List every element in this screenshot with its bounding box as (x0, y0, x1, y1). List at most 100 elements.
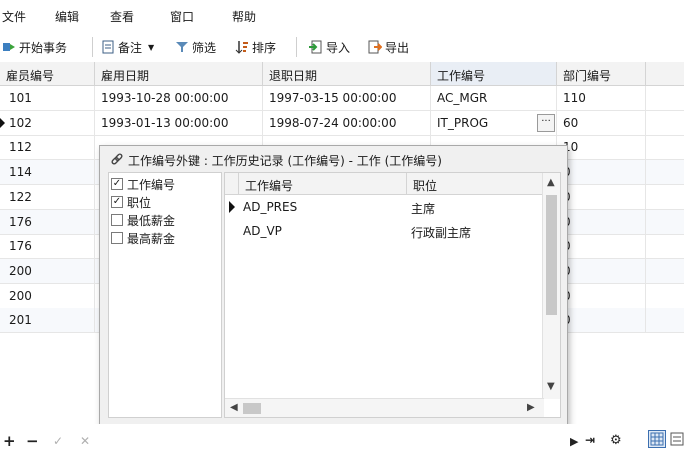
menu-help[interactable]: 帮助 (232, 8, 256, 25)
checkbox-unchecked[interactable] (111, 232, 123, 244)
menu-bar: 文件 编辑 查看 窗口 帮助 (0, 0, 684, 30)
lookup-cell-job-id[interactable]: AD_PRES (239, 195, 407, 219)
lookup-row[interactable]: AD_VP 行政副主席 (225, 219, 543, 243)
memo-button[interactable]: 备注 ▼ (101, 38, 154, 56)
memo-dropdown-icon[interactable]: ▼ (148, 43, 154, 52)
cell-department-id[interactable]: 0 (557, 283, 646, 309)
lookup-header-job-id[interactable]: 工作编号 (239, 173, 407, 195)
transaction-icon (2, 40, 16, 54)
cell-department-id[interactable]: 0 (557, 258, 646, 284)
column-header-leave-date[interactable]: 退职日期 (263, 62, 431, 86)
apply-changes-icon[interactable]: ✓ (53, 434, 63, 448)
form-view-icon[interactable] (670, 431, 684, 447)
grid-view-icon[interactable] (648, 430, 666, 448)
add-record-icon[interactable]: + (3, 432, 16, 450)
cell-department-id[interactable]: 0 (557, 234, 646, 260)
cell-employee-id[interactable]: 200 (0, 283, 95, 309)
horizontal-scrollbar[interactable]: ◀ ▶ (225, 398, 544, 417)
column-option-label: 职位 (127, 195, 152, 210)
checkbox-checked[interactable]: ✓ (111, 178, 123, 190)
column-header-job-id[interactable]: 工作编号 (431, 62, 557, 86)
next-page-icon[interactable]: ▶ (570, 435, 578, 448)
scroll-up-icon[interactable]: ▲ (547, 177, 555, 188)
cell-employee-id[interactable]: 201 (0, 308, 95, 334)
lookup-ellipsis-button[interactable]: ··· (537, 113, 555, 132)
lookup-cell-job-id[interactable]: AD_VP (239, 219, 407, 243)
table-row[interactable]: 101 1993-10-28 00:00:00 1997-03-15 00:00:0… (0, 86, 684, 111)
import-button[interactable]: 导入 (309, 38, 350, 56)
discard-changes-icon[interactable]: ✕ (80, 434, 90, 448)
cell-employee-id[interactable]: 122 (0, 184, 95, 210)
memo-label: 备注 (118, 40, 143, 55)
sort-icon (235, 40, 249, 54)
lookup-row-header (225, 173, 239, 195)
cell-department-id[interactable]: 110 (557, 86, 646, 111)
cell-department-id[interactable]: 60 (557, 110, 646, 136)
cell-employee-id[interactable]: 176 (0, 234, 95, 260)
begin-transaction-label: 开始事务 (19, 40, 68, 55)
lookup-header-title[interactable]: 职位 (407, 173, 544, 195)
settings-gear-icon[interactable]: ⚙ (610, 433, 622, 448)
vertical-scrollbar[interactable]: ▲ ▼ (542, 173, 560, 399)
cell-department-id[interactable]: 0 (557, 308, 646, 334)
scroll-right-icon[interactable]: ▶ (527, 402, 535, 413)
cell-department-id[interactable]: 0 (557, 209, 646, 235)
horizontal-scroll-thumb[interactable] (243, 403, 261, 414)
cell-employee-id[interactable]: 114 (0, 160, 95, 186)
column-option-label: 工作编号 (127, 177, 176, 192)
menu-edit[interactable]: 编辑 (55, 8, 79, 25)
filter-label: 筛选 (192, 40, 217, 55)
cell-job-id[interactable]: AC_MGR (431, 86, 557, 111)
delete-record-icon[interactable]: − (26, 432, 39, 450)
column-header-hire-date[interactable]: 雇用日期 (95, 62, 263, 86)
popup-title: 工作编号外键 : 工作历史记录 (工作编号) - 工作 (工作编号) (128, 154, 442, 168)
cell-employee-id[interactable]: 176 (0, 209, 95, 235)
scroll-left-icon[interactable]: ◀ (230, 402, 238, 413)
lookup-row[interactable]: AD_PRES 主席 (225, 195, 543, 219)
lookup-cell-title[interactable]: 主席 (407, 195, 543, 219)
cell-department-id[interactable]: 10 (557, 135, 646, 161)
grid-navigation-bar: + − ✓ ✕ ▶ ⇥ ⚙ (0, 424, 684, 456)
column-option[interactable]: 最低薪金 (111, 211, 175, 229)
export-label: 导出 (385, 40, 410, 55)
menu-view[interactable]: 查看 (110, 8, 134, 25)
menu-file[interactable]: 文件 (2, 8, 26, 25)
filter-icon (175, 40, 189, 54)
current-row-marker-icon (229, 201, 235, 213)
sort-label: 排序 (252, 40, 277, 55)
vertical-scroll-thumb[interactable] (546, 195, 557, 315)
cell-department-id[interactable]: 0 (557, 160, 646, 186)
cell-leave-date[interactable]: 1997-03-15 00:00:00 (263, 86, 431, 111)
cell-leave-date[interactable]: 1998-07-24 00:00:00 (263, 110, 431, 136)
import-icon (309, 40, 323, 54)
column-header-department-id[interactable]: 部门编号 (557, 62, 646, 86)
last-page-icon[interactable]: ⇥ (585, 433, 595, 447)
table-row[interactable]: 102 1993-01-13 00:00:00 1998-07-24 00:00:0… (0, 110, 684, 136)
sort-button[interactable]: 排序 (235, 38, 276, 56)
begin-transaction-button[interactable]: 开始事务 (2, 38, 67, 56)
column-option[interactable]: ✓ 工作编号 (111, 175, 175, 193)
column-option[interactable]: ✓ 职位 (111, 193, 151, 211)
lookup-cell-title[interactable]: 行政副主席 (407, 219, 543, 243)
cell-employee-id[interactable]: 200 (0, 258, 95, 284)
export-icon (368, 40, 383, 54)
column-option-label: 最高薪金 (127, 231, 176, 246)
cell-employee-id[interactable]: 101 (0, 86, 95, 111)
import-label: 导入 (326, 40, 351, 55)
checkbox-unchecked[interactable] (111, 214, 123, 226)
column-option[interactable]: 最高薪金 (111, 229, 175, 247)
filter-button[interactable]: 筛选 (175, 38, 216, 56)
column-header-employee-id[interactable]: 雇员编号 (0, 62, 95, 86)
column-option-label: 最低薪金 (127, 213, 176, 228)
cell-hire-date[interactable]: 1993-10-28 00:00:00 (95, 86, 263, 111)
menu-window[interactable]: 窗口 (170, 8, 194, 25)
link-icon (110, 152, 124, 166)
cell-department-id[interactable]: 0 (557, 184, 646, 210)
scroll-down-icon[interactable]: ▼ (547, 381, 555, 392)
cell-employee-id[interactable]: 112 (0, 135, 95, 161)
cell-employee-id[interactable]: 102 (0, 110, 95, 136)
checkbox-checked[interactable]: ✓ (111, 196, 123, 208)
cell-hire-date[interactable]: 1993-01-13 00:00:00 (95, 110, 263, 136)
export-button[interactable]: 导出 (368, 38, 409, 56)
lookup-grid: 工作编号 职位 AD_PRES 主席 AD_VP 行政副主席 ▲ ▼ ◀ ▶ (224, 172, 561, 418)
